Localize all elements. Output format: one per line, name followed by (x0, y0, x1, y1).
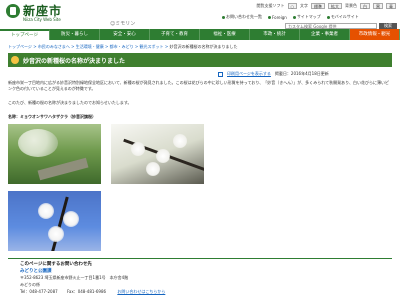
contact-fax: Fax：048-481-6986 (66, 289, 107, 294)
photo-sakura-tree (8, 124, 101, 184)
mascot-label: ☺ミモリン (110, 21, 136, 27)
breadcrumb-link[interactable]: 観光スポット (140, 44, 164, 49)
bg-black-button[interactable]: 黒 (373, 3, 383, 9)
print-icon[interactable] (218, 71, 223, 77)
site-subtitle: Niiza City Web Site (23, 17, 61, 22)
flower-icon (11, 56, 19, 64)
mobile-site-label: モバイルサイト (330, 14, 359, 19)
page-title: 妙音沢の新種桜の名称が決まりました (23, 58, 126, 65)
nav-item-disaster[interactable]: 防災・暮らし (50, 29, 100, 40)
breadcrumb-link[interactable]: 生活環境・健康 (76, 44, 104, 49)
blossom (48, 226, 64, 242)
contact-address: 〒352-8623 埼玉県新座市野火止一丁目1番1号 本庁舎4階 (20, 275, 129, 280)
city-logo-icon[interactable] (6, 4, 20, 18)
bg-color-label: 背景色 (345, 3, 357, 8)
updated-date: 掲載日：2016年4月18日更新 (274, 71, 329, 76)
blossom (156, 149, 170, 163)
sitemap-label: サイトマップ (296, 14, 321, 19)
breadcrumb-link[interactable]: 市民のみなさまへ (38, 44, 70, 49)
bg-blue-button[interactable]: 青 (386, 3, 396, 9)
main-nav: トップページ 防災・暮らし 安全・安心 子育て・教育 福祉・医療 市政・統計 企… (0, 29, 400, 40)
blossom (131, 142, 145, 156)
contact-divider (8, 258, 392, 259)
contact-list-link[interactable]: お問い合わせ先一覧 (222, 14, 262, 20)
accessibility-label: 閲覧支援ソフト (256, 3, 285, 8)
bg-white-button[interactable]: 白 (360, 3, 370, 9)
breadcrumb-link[interactable]: トップページ (8, 44, 32, 49)
accessibility-toggle-button[interactable]: ○ (287, 3, 297, 9)
announcement-paragraph: このたび、新種の桜の名称が決まりましたのでお知らせいたします。 (8, 100, 132, 105)
blossom (63, 211, 79, 227)
sitemap-link[interactable]: サイトマップ (292, 14, 321, 20)
bullet-icon (326, 15, 330, 19)
contact-form-link[interactable]: お問い合わせはこちらから (117, 289, 165, 294)
nav-item-top[interactable]: トップページ (0, 29, 50, 40)
bullet-icon (222, 15, 225, 19)
contact-section: みどりの係 (20, 282, 40, 287)
font-size-label: 文字 (300, 3, 308, 8)
foreign-label: Foreign (272, 14, 287, 20)
photo-sakura-branch (111, 124, 204, 184)
breadcrumb-link[interactable]: 都市・みどり (110, 44, 134, 49)
blossom (146, 162, 160, 176)
blossom (38, 203, 54, 219)
font-standard-button[interactable]: 標準 (311, 3, 325, 9)
contact-phone-row: Tel：048-477-2087 Fax：048-481-6986 お問い合わせ… (20, 289, 165, 295)
font-enlarge-button[interactable]: 拡大 (328, 3, 342, 9)
contact-department-link[interactable]: みどりと公園課 (20, 268, 52, 274)
nav-item-info-tourism[interactable]: 市政情報・観光 (350, 29, 400, 40)
contact-heading: このページに関するお問い合わせ先 (20, 262, 92, 267)
foreign-link[interactable]: Foreign (268, 14, 287, 20)
intro-paragraph: 新座市栄一丁目地内に広がる妙音沢特別緑地保全地区において、新種の桜が発見されまし… (8, 80, 389, 91)
breadcrumb: トップページ > 市民のみなさまへ > 生活環境・健康 > 都市・みどり > 観… (8, 44, 238, 49)
accessibility-toolbar: 閲覧支援ソフト ○ 文字 標準 拡大 背景色 白 黒 青 (256, 3, 396, 9)
print-link[interactable]: 印刷用ページを表示する (227, 71, 271, 77)
bullet-icon (268, 15, 271, 19)
nav-item-childcare[interactable]: 子育て・教育 (150, 29, 200, 40)
tree-canopy (18, 129, 58, 157)
nav-item-business[interactable]: 企業・事業者 (300, 29, 350, 40)
blossom (173, 134, 187, 148)
nav-item-safety[interactable]: 安全・安心 (100, 29, 150, 40)
bullet-icon (292, 15, 296, 19)
contact-tel: Tel：048-477-2087 (20, 289, 58, 294)
contact-list-label: お問い合わせ先一覧 (226, 14, 262, 19)
nav-item-welfare[interactable]: 福祉・医療 (200, 29, 250, 40)
mobile-site-link[interactable]: モバイルサイト (326, 14, 359, 20)
garden-path (37, 157, 89, 181)
nav-item-municipal[interactable]: 市政・統計 (250, 29, 300, 40)
utility-links: お問い合わせ先一覧 Foreign サイトマップ モバイルサイト (222, 14, 359, 20)
page-meta: 印刷用ページを表示する 掲載日：2016年4月18日更新 (218, 71, 329, 77)
name-caption: 名称：ミョウオンサワハタザクラ（妙音沢旗桜） (8, 114, 96, 119)
breadcrumb-current: 妙音沢の新種桜の名称が決まりました (169, 44, 238, 49)
photo-sakura-sky (8, 191, 101, 251)
page-title-bar: 妙音沢の新種桜の名称が決まりました (8, 53, 392, 67)
site-header: 新座市 Niiza City Web Site ☺ミモリン 閲覧支援ソフト ○ … (0, 0, 400, 30)
